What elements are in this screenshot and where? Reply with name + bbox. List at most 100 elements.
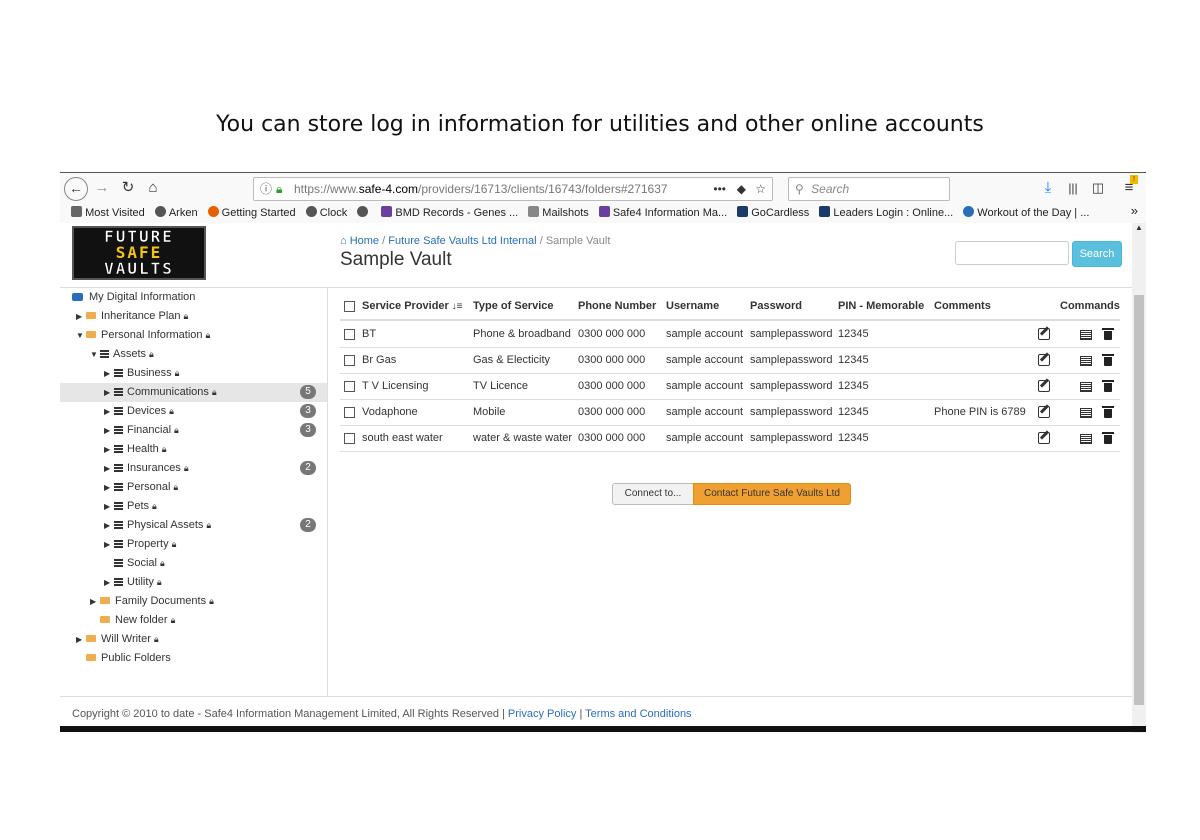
tree-item-business[interactable]: ▶ Business 🔒︎ (104, 364, 179, 383)
row-checkbox[interactable] (344, 355, 355, 366)
tree-item-personal-information[interactable]: ▼ Personal Information 🔒︎ (76, 326, 210, 345)
column-header[interactable]: Service Provider ↓≡ (362, 293, 462, 320)
sidebar-toggle-icon[interactable]: ◫ (1090, 177, 1106, 199)
tree-item-will-writer[interactable]: ▶ Will Writer 🔒︎ (76, 630, 159, 649)
tree-item-health[interactable]: ▶ Health 🔒︎ (104, 440, 167, 459)
caret-right-icon[interactable]: ▶ (104, 573, 114, 592)
terms-link[interactable]: Terms and Conditions (585, 708, 691, 720)
library-icon[interactable]: ||| (1064, 177, 1082, 199)
bookmark-item[interactable]: Clock (305, 203, 347, 223)
caret-right-icon[interactable]: ▶ (76, 307, 86, 326)
tree-item-utility[interactable]: ▶ Utility 🔒︎ (104, 573, 162, 592)
download-icon[interactable]: ⤓ (1040, 177, 1056, 199)
tree-item-personal[interactable]: ▶ Personal 🔒︎ (104, 478, 178, 497)
caret-right-icon[interactable]: ▶ (104, 459, 114, 478)
tree-item-insurances[interactable]: ▶ Insurances 🔒︎ 2 (104, 459, 316, 478)
tree-item-inheritance-plan[interactable]: ▶ Inheritance Plan 🔒︎ (76, 307, 188, 326)
reload-icon[interactable]: ↻ (120, 177, 136, 199)
caret-right-icon[interactable]: ▶ (104, 497, 114, 516)
scroll-up-icon[interactable]: ▲ (1135, 223, 1143, 232)
tree-item-assets[interactable]: ▼ Assets 🔒︎ (90, 345, 154, 364)
trash-icon[interactable] (1102, 321, 1114, 347)
caret-right-icon[interactable]: ▶ (104, 440, 114, 459)
logo[interactable]: FUTURE SAFE VAULTS (72, 226, 206, 280)
trash-icon[interactable] (1102, 425, 1114, 451)
url-bar[interactable]: ⓘ 🔒︎ https://www.safe-4.com/providers/16… (253, 177, 773, 201)
bookmark-item[interactable]: Mailshots (528, 203, 589, 223)
details-icon[interactable] (1080, 399, 1092, 425)
tree-item-family-documents[interactable]: ▶ Family Documents 🔒︎ (90, 592, 214, 611)
tree-item-devices[interactable]: ▶ Devices 🔒︎ 3 (104, 402, 316, 421)
bookmark-item[interactable]: Safe4 Information Ma... (598, 203, 727, 223)
star-icon[interactable]: ☆ (755, 178, 766, 200)
tree-item-communications[interactable]: ▶ Communications 🔒︎ 5 (60, 383, 327, 402)
scrollbar-thumb[interactable] (1134, 295, 1144, 705)
details-icon[interactable] (1080, 321, 1092, 347)
connect-button[interactable]: Connect to... (612, 483, 694, 505)
caret-right-icon[interactable]: ▶ (104, 535, 114, 554)
trash-icon[interactable] (1102, 399, 1114, 425)
breadcrumb-parent[interactable]: Future Safe Vaults Ltd Internal (388, 235, 536, 247)
more-icon[interactable]: ••• (713, 178, 726, 200)
tree-item-physical-assets[interactable]: ▶ Physical Assets 🔒︎ 2 (104, 516, 316, 535)
tree-item-new-folder[interactable]: New folder 🔒︎ (90, 611, 175, 630)
edit-icon[interactable] (1038, 373, 1050, 399)
caret-right-icon[interactable]: ▶ (104, 478, 114, 497)
row-checkbox[interactable] (344, 433, 355, 444)
browser-search-input[interactable]: ⚲ Search (788, 177, 950, 201)
tree-item-public-folders[interactable]: Public Folders (76, 649, 171, 668)
sort-icon[interactable]: ↓≡ (449, 301, 463, 312)
tree-item-pets[interactable]: ▶ Pets 🔒︎ (104, 497, 157, 516)
trash-icon[interactable] (1102, 347, 1114, 373)
select-all-checkbox[interactable] (344, 301, 355, 312)
back-icon[interactable]: ← (64, 177, 88, 201)
tree-item-property[interactable]: ▶ Property 🔒︎ (104, 535, 176, 554)
bookmark-item[interactable]: Getting Started (207, 203, 296, 223)
row-checkbox[interactable] (344, 381, 355, 392)
forward-icon[interactable]: → (94, 177, 110, 199)
details-icon[interactable] (1080, 373, 1092, 399)
caret-right-icon[interactable]: ▶ (104, 421, 114, 440)
table-cell: sample account (666, 432, 744, 444)
details-icon[interactable] (1080, 347, 1092, 373)
page-scrollbar[interactable]: ▲ ▼ (1132, 223, 1146, 733)
overflow-chevron-icon[interactable]: » (1131, 203, 1138, 218)
bookmark-item[interactable]: BMD Records - Genes ... (381, 203, 518, 223)
bookmark-item[interactable]: GoCardless (737, 203, 809, 223)
breadcrumb-home[interactable]: ⌂ Home (340, 235, 379, 247)
contact-button[interactable]: Contact Future Safe Vaults Ltd (693, 483, 851, 505)
caret-down-icon[interactable]: ▼ (76, 326, 86, 345)
vault-search-input[interactable] (955, 241, 1069, 265)
tree-item-my-digital-information[interactable]: My Digital Information (72, 288, 195, 307)
caret-right-icon[interactable]: ▶ (104, 364, 114, 383)
row-checkbox[interactable] (344, 407, 355, 418)
home-icon[interactable]: ⌂ (144, 177, 162, 199)
search-button[interactable]: Search (1072, 241, 1122, 267)
bookmark-item[interactable]: Workout of the Day | ... (963, 203, 1089, 223)
caret-right-icon[interactable]: ▶ (104, 402, 114, 421)
bookmark-item[interactable]: Arken (154, 203, 198, 223)
edit-icon[interactable] (1038, 321, 1050, 347)
caret-down-icon[interactable]: ▼ (90, 345, 100, 364)
bookmark-item[interactable] (357, 203, 371, 223)
trash-icon[interactable] (1102, 373, 1114, 399)
privacy-policy-link[interactable]: Privacy Policy (508, 708, 576, 720)
lock-icon: 🔒︎ (276, 182, 283, 196)
edit-icon[interactable] (1038, 347, 1050, 373)
caret-right-icon[interactable]: ▶ (76, 630, 86, 649)
row-checkbox[interactable] (344, 329, 355, 340)
caret-right-icon[interactable]: ▶ (104, 516, 114, 535)
tree-item-label: Property (127, 538, 169, 550)
info-icon[interactable]: ⓘ (260, 178, 272, 200)
tree-item-social[interactable]: Social 🔒︎ (104, 554, 165, 573)
tree-item-financial[interactable]: ▶ Financial 🔒︎ 3 (104, 421, 316, 440)
details-icon[interactable] (1080, 425, 1092, 451)
bookmark-item[interactable]: Leaders Login : Online... (819, 203, 953, 223)
menu-icon[interactable]: ≡! (1120, 175, 1138, 199)
caret-right-icon[interactable]: ▶ (90, 592, 100, 611)
edit-icon[interactable] (1038, 399, 1050, 425)
bookmark-item[interactable]: Most Visited (71, 203, 145, 223)
edit-icon[interactable] (1038, 425, 1050, 451)
pocket-icon[interactable]: ◆ (737, 178, 746, 200)
caret-right-icon[interactable]: ▶ (104, 383, 114, 402)
